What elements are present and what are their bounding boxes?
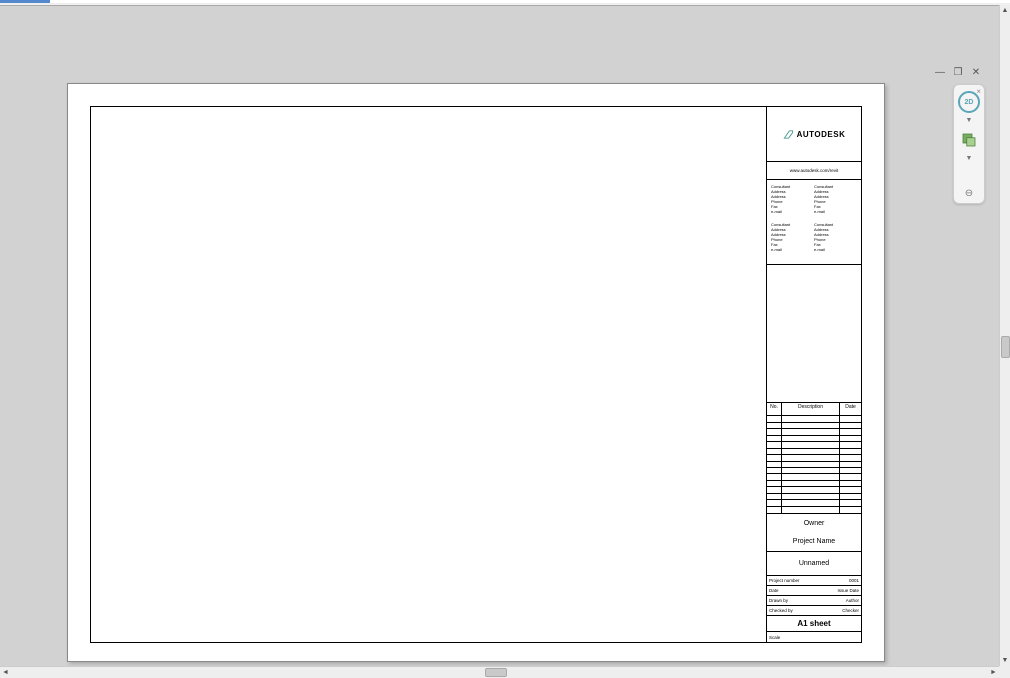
kv-label: Checked by bbox=[769, 608, 793, 613]
rev-date-col bbox=[839, 410, 861, 513]
scale-label: Scale bbox=[769, 635, 780, 640]
vertical-scrollbar[interactable]: ▲ ▼ bbox=[999, 5, 1010, 666]
view-cube-2d[interactable]: 2D bbox=[956, 89, 982, 115]
logo-section: AUTODESK bbox=[767, 107, 861, 162]
project-name-field: Project Name bbox=[767, 532, 861, 552]
steering-wheel-button[interactable] bbox=[956, 127, 982, 153]
consultants-section: ConsultantAddressAddressPhoneFaxe-mail C… bbox=[767, 180, 861, 265]
consultant-block: ConsultantAddressAddressPhoneFaxe-mail bbox=[771, 184, 814, 218]
drawn-by-row: Drawn by Author bbox=[767, 596, 861, 606]
rev-desc-col bbox=[781, 410, 839, 513]
viewport: — ❐ ✕ × 2D ▼ ▼ ⊖ AUTODESK bbox=[0, 5, 999, 666]
scroll-right-icon[interactable]: ► bbox=[988, 667, 999, 678]
kv-label: Project number bbox=[769, 578, 800, 583]
top-strip bbox=[0, 0, 1010, 3]
logo-text: AUTODESK bbox=[797, 130, 846, 139]
kv-value: 0001 bbox=[849, 578, 859, 583]
scroll-down-icon[interactable]: ▼ bbox=[1000, 655, 1010, 666]
checked-by-row: Checked by Checker bbox=[767, 606, 861, 616]
view-name-field: Unnamed bbox=[767, 552, 861, 576]
owner-field: Owner bbox=[767, 514, 861, 532]
active-tab-indicator bbox=[0, 0, 50, 3]
nav-dropdown-1[interactable]: ▼ bbox=[966, 117, 973, 125]
drawing-sheet: AUTODESK www.autodesk.com/revit Consulta… bbox=[67, 83, 885, 662]
consultant-block: ConsultantAddressAddressPhoneFaxe-mail bbox=[814, 222, 857, 256]
kv-label: Date bbox=[769, 588, 779, 593]
autodesk-logo-icon bbox=[783, 129, 794, 140]
url-section: www.autodesk.com/revit bbox=[767, 162, 861, 180]
kv-value: Author bbox=[846, 598, 859, 603]
title-block: AUTODESK www.autodesk.com/revit Consulta… bbox=[766, 107, 861, 642]
kv-value: Issue Date bbox=[837, 588, 859, 593]
nav-collapse-icon[interactable]: ⊖ bbox=[965, 188, 973, 199]
window-controls: — ❐ ✕ bbox=[933, 66, 983, 78]
url-text: www.autodesk.com/revit bbox=[790, 168, 839, 173]
nav-mode-label: 2D bbox=[965, 99, 974, 106]
rev-desc-header: Description bbox=[781, 402, 839, 410]
revision-schedule bbox=[767, 410, 861, 514]
rev-date-header: Date bbox=[839, 402, 861, 410]
consultant-block: ConsultantAddressAddressPhoneFaxe-mail bbox=[771, 222, 814, 256]
v-scroll-thumb[interactable] bbox=[1001, 336, 1010, 358]
scroll-left-icon[interactable]: ◄ bbox=[0, 667, 11, 678]
kv-label: Drawn by bbox=[769, 598, 788, 603]
minimize-button[interactable]: — bbox=[933, 66, 947, 78]
revision-header: No. Description Date bbox=[767, 402, 861, 410]
sheet-number-field: A1 sheet bbox=[767, 616, 861, 632]
close-button[interactable]: ✕ bbox=[969, 66, 983, 78]
scale-row: Scale bbox=[767, 632, 861, 642]
horizontal-scrollbar[interactable]: ◄ ► bbox=[0, 666, 999, 677]
consultant-block: ConsultantAddressAddressPhoneFaxe-mail bbox=[814, 184, 857, 218]
kv-value: Checker bbox=[842, 608, 859, 613]
scroll-up-icon[interactable]: ▲ bbox=[1000, 5, 1010, 16]
rev-no-header: No. bbox=[767, 402, 781, 410]
nav-dropdown-2[interactable]: ▼ bbox=[966, 155, 973, 163]
spacer bbox=[767, 265, 861, 402]
date-row: Date Issue Date bbox=[767, 586, 861, 596]
steering-wheel-icon bbox=[960, 131, 978, 149]
h-scroll-track[interactable] bbox=[11, 667, 988, 678]
restore-button[interactable]: ❐ bbox=[951, 66, 965, 78]
project-number-row: Project number 0001 bbox=[767, 576, 861, 586]
rev-no-col bbox=[767, 410, 781, 513]
h-scroll-thumb[interactable] bbox=[485, 668, 507, 677]
drawing-canvas[interactable]: — ❐ ✕ × 2D ▼ ▼ ⊖ AUTODESK bbox=[0, 26, 999, 666]
sheet-border: AUTODESK www.autodesk.com/revit Consulta… bbox=[90, 106, 862, 643]
v-scroll-track[interactable] bbox=[1000, 16, 1010, 655]
navigation-bar: × 2D ▼ ▼ ⊖ bbox=[953, 84, 985, 204]
sheet-number-text: A1 sheet bbox=[797, 619, 830, 628]
cube-2d-icon: 2D bbox=[958, 91, 980, 113]
scroll-corner bbox=[999, 666, 1010, 677]
